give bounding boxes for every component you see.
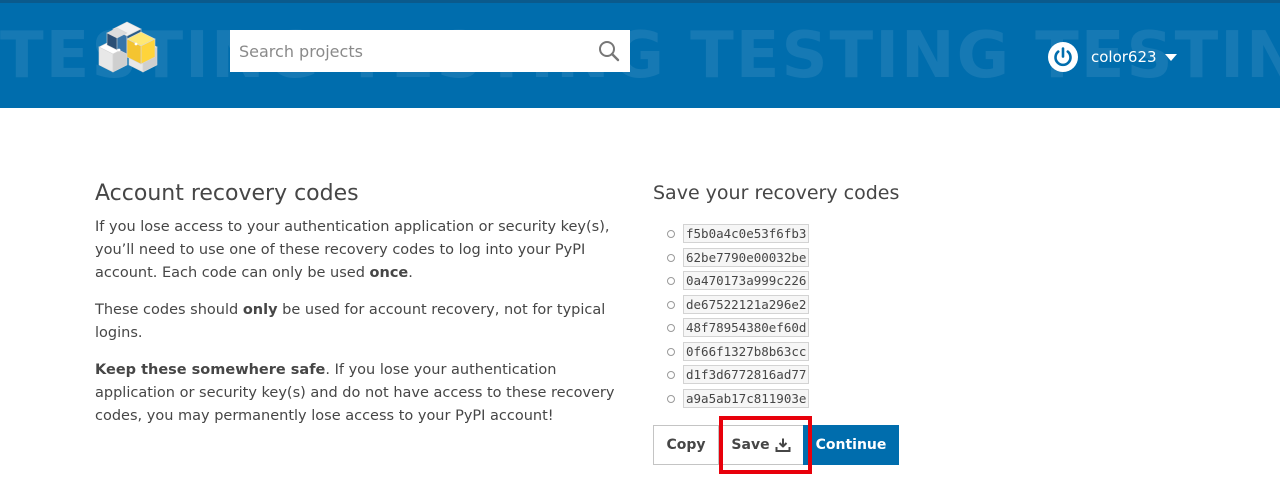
recovery-code: 62be7790e00032be bbox=[683, 247, 810, 267]
list-item: 0a470173a999c226 bbox=[667, 269, 1013, 293]
copy-label: Copy bbox=[666, 437, 706, 453]
copy-button[interactable]: Copy bbox=[653, 425, 719, 465]
pypi-logo-icon[interactable] bbox=[95, 17, 161, 79]
save-label: Save bbox=[731, 437, 770, 453]
text: . bbox=[408, 265, 413, 281]
recovery-code: f5b0a4c0e53f6fb3 bbox=[683, 224, 810, 244]
list-item: 0f66f1327b8b63cc bbox=[667, 340, 1013, 364]
search-form bbox=[230, 30, 630, 72]
info-paragraph-1: If you lose access to your authenticatio… bbox=[95, 216, 615, 285]
emphasis: only bbox=[242, 302, 278, 318]
search-icon bbox=[599, 41, 620, 62]
emphasis: once bbox=[369, 265, 409, 281]
site-header: TESTINGTESTINGTESTINGTESTINGTESTINGTESTI… bbox=[0, 0, 1280, 108]
list-item: d1f3d6772816ad77 bbox=[667, 363, 1013, 387]
search-input[interactable] bbox=[231, 31, 591, 71]
power-icon bbox=[1048, 42, 1078, 72]
list-item: 62be7790e00032be bbox=[667, 246, 1013, 270]
continue-label: Continue bbox=[815, 437, 887, 453]
info-paragraph-2: These codes should only be used for acco… bbox=[95, 299, 615, 345]
banner-word: TESTING bbox=[690, 21, 1012, 91]
recovery-code: 0a470173a999c226 bbox=[683, 271, 810, 291]
caret-down-icon bbox=[1164, 53, 1177, 61]
action-buttons: Copy Save Continue bbox=[653, 425, 899, 465]
page-title: Account recovery codes bbox=[95, 181, 359, 206]
recovery-code: 48f78954380ef60d bbox=[683, 318, 810, 338]
user-menu[interactable]: color623 bbox=[1048, 41, 1177, 73]
continue-button[interactable]: Continue bbox=[803, 425, 899, 465]
list-item: f5b0a4c0e53f6fb3 bbox=[667, 222, 1013, 246]
username: color623 bbox=[1091, 48, 1157, 66]
text: These codes should bbox=[95, 302, 243, 318]
emphasis: Keep these somewhere safe bbox=[95, 362, 326, 378]
recovery-info: Account recovery codes If you lose acces… bbox=[95, 180, 615, 442]
info-paragraph-3: Keep these somewhere safe. If you lose y… bbox=[95, 359, 615, 428]
recovery-code: d1f3d6772816ad77 bbox=[683, 365, 810, 385]
list-item: a9a5ab17c811903e bbox=[667, 387, 1013, 411]
recovery-codes-panel: Save your recovery codes f5b0a4c0e53f6fb… bbox=[653, 180, 1013, 410]
list-item: 48f78954380ef60d bbox=[667, 316, 1013, 340]
recovery-code: 0f66f1327b8b63cc bbox=[683, 341, 810, 361]
save-button[interactable]: Save bbox=[718, 425, 804, 465]
search-button[interactable] bbox=[597, 39, 621, 63]
recovery-code: de67522121a296e2 bbox=[683, 294, 810, 314]
text: If you lose access to your authenticatio… bbox=[95, 219, 610, 281]
recovery-code: a9a5ab17c811903e bbox=[683, 388, 810, 408]
list-item: de67522121a296e2 bbox=[667, 293, 1013, 317]
recovery-codes-list: f5b0a4c0e53f6fb3 62be7790e00032be 0a4701… bbox=[653, 222, 1013, 410]
download-icon bbox=[775, 438, 791, 452]
section-title: Save your recovery codes bbox=[653, 182, 900, 204]
